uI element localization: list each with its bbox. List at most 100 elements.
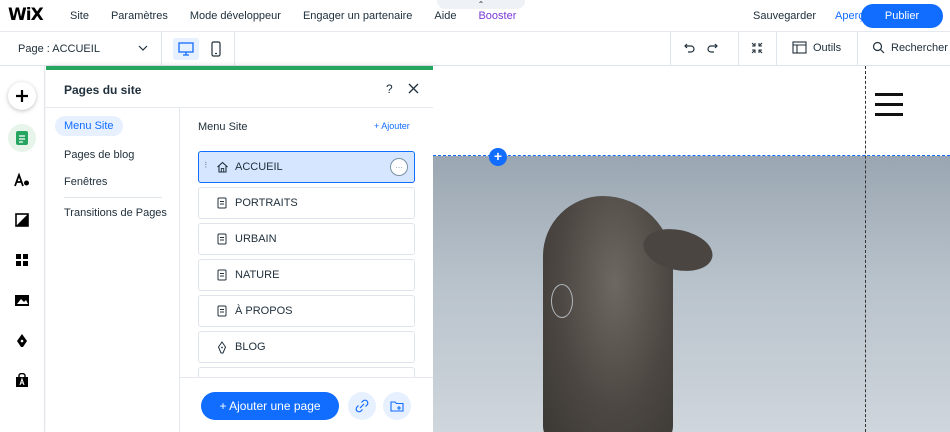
close-button[interactable] <box>408 83 419 97</box>
drag-handle-icon[interactable]: ⠇ <box>204 161 210 170</box>
panel-header: Pages du site ? <box>46 70 433 108</box>
page-row-urbain[interactable]: URBAIN <box>198 223 415 255</box>
wix-logo[interactable]: WiX <box>8 5 44 25</box>
mobile-view-button[interactable] <box>206 38 226 60</box>
editor-canvas[interactable]: + <box>433 66 950 432</box>
zoom-out-button[interactable] <box>750 41 764 58</box>
page-icon <box>215 233 229 245</box>
hood-rim-shape <box>551 284 573 318</box>
pages-icon <box>16 131 28 145</box>
left-rail <box>0 66 45 432</box>
publish-button[interactable]: Publier <box>861 4 943 28</box>
divider <box>234 32 235 66</box>
collapse-toolbar-handle[interactable]: ⌃ <box>437 0 525 9</box>
wix-app-market-button[interactable] <box>8 366 36 394</box>
page-icon <box>215 305 229 317</box>
menu-parametres[interactable]: Paramètres <box>111 10 168 22</box>
tools-button[interactable]: Outils <box>792 41 841 54</box>
divider <box>670 32 671 66</box>
tools-icon <box>792 41 807 54</box>
menu-site-heading: Menu Site <box>198 121 248 133</box>
add-link-button[interactable] <box>348 392 376 420</box>
blog-button[interactable] <box>8 326 36 354</box>
add-page-button[interactable]: + Ajouter une page <box>201 392 339 420</box>
save-button[interactable]: Sauvegarder <box>753 10 816 22</box>
media-button[interactable] <box>8 286 36 314</box>
page-row-portraits[interactable]: PORTRAITS <box>198 187 415 219</box>
panel-footer: + Ajouter une page <box>180 377 433 432</box>
menu-aide[interactable]: Aide <box>434 10 456 22</box>
add-elements-button[interactable] <box>8 82 36 110</box>
nav-divider <box>64 197 162 198</box>
page-label: NATURE <box>235 269 280 281</box>
page-edge-guide <box>865 66 866 432</box>
pages-button[interactable] <box>8 124 36 152</box>
page-label: PORTRAITS <box>235 197 298 209</box>
plus-icon <box>16 90 28 102</box>
apps-button[interactable] <box>8 246 36 274</box>
top-menu-bar: WiX Site Paramètres Mode développeur Eng… <box>0 0 950 32</box>
hero-image[interactable] <box>433 156 950 432</box>
store-bag-icon <box>16 372 28 387</box>
add-menu-item-link[interactable]: + Ajouter <box>374 121 410 131</box>
nav-page-transitions[interactable]: Transitions de Pages <box>64 207 167 219</box>
undo-button[interactable] <box>682 41 696 58</box>
desktop-icon <box>178 42 194 56</box>
folder-add-icon <box>390 400 404 412</box>
search-label: Rechercher <box>891 41 948 54</box>
page-row-a-propos[interactable]: À PROPOS <box>198 295 415 327</box>
close-icon <box>408 83 419 94</box>
menu-engager-partenaire[interactable]: Engager un partenaire <box>303 10 412 22</box>
chevron-up-icon: ⌃ <box>477 0 485 9</box>
undo-icon <box>684 43 695 53</box>
page-icon <box>215 269 229 281</box>
site-pages-panel: Pages du site ? Menu Site Pages de blog … <box>46 66 433 432</box>
redo-button[interactable] <box>706 41 720 58</box>
divider <box>738 32 739 66</box>
pages-subnav: Menu Site Pages de blog Fenêtres Transit… <box>46 108 180 432</box>
help-button[interactable]: ? <box>386 82 393 96</box>
background-icon <box>15 213 29 227</box>
blog-pen-icon <box>215 340 229 354</box>
image-icon <box>15 294 29 306</box>
mobile-icon <box>211 41 221 57</box>
page-row-blog[interactable]: BLOG <box>198 331 415 363</box>
page-icon <box>215 197 229 209</box>
page-label: À PROPOS <box>235 305 293 317</box>
background-button[interactable] <box>8 206 36 234</box>
page-row-nature[interactable]: NATURE <box>198 259 415 291</box>
menu-booster[interactable]: Booster <box>478 10 516 22</box>
page-selector-label: Page : ACCUEIL <box>18 43 100 55</box>
nav-blog-pages[interactable]: Pages de blog <box>64 149 134 161</box>
apps-icon <box>16 254 28 266</box>
page-selector[interactable]: Page : ACCUEIL <box>0 32 162 66</box>
nav-menu-site[interactable]: Menu Site <box>55 116 123 136</box>
search-button[interactable]: Rechercher <box>872 41 948 54</box>
page-row-accueil[interactable]: ⠇ ACCUEIL ··· <box>198 151 415 183</box>
tools-label: Outils <box>813 41 842 54</box>
page-label: URBAIN <box>235 233 277 245</box>
menu-site[interactable]: Site <box>70 10 89 22</box>
panel-title: Pages du site <box>64 83 142 97</box>
hamburger-menu-icon[interactable] <box>875 93 903 123</box>
menu-mode-developpeur[interactable]: Mode développeur <box>190 10 281 22</box>
redo-icon <box>707 43 718 53</box>
add-folder-button[interactable] <box>383 392 411 420</box>
chevron-down-icon <box>138 45 148 51</box>
page-label: BLOG <box>235 341 266 353</box>
link-add-icon <box>355 399 369 413</box>
divider <box>857 32 858 66</box>
editor-toolbar: Page : ACCUEIL Outils Rechercher <box>0 32 950 66</box>
nav-windows[interactable]: Fenêtres <box>64 176 107 188</box>
more-actions-button[interactable]: ··· <box>390 158 408 176</box>
divider <box>776 32 777 66</box>
pen-nib-icon <box>17 333 27 347</box>
search-icon <box>872 41 885 54</box>
add-section-button[interactable]: + <box>489 148 507 166</box>
zoom-out-icon <box>751 42 763 54</box>
home-icon <box>215 161 229 173</box>
design-button[interactable] <box>8 166 36 194</box>
desktop-view-button[interactable] <box>173 38 199 60</box>
text-style-icon <box>14 173 29 187</box>
section-guide-line <box>433 155 950 156</box>
